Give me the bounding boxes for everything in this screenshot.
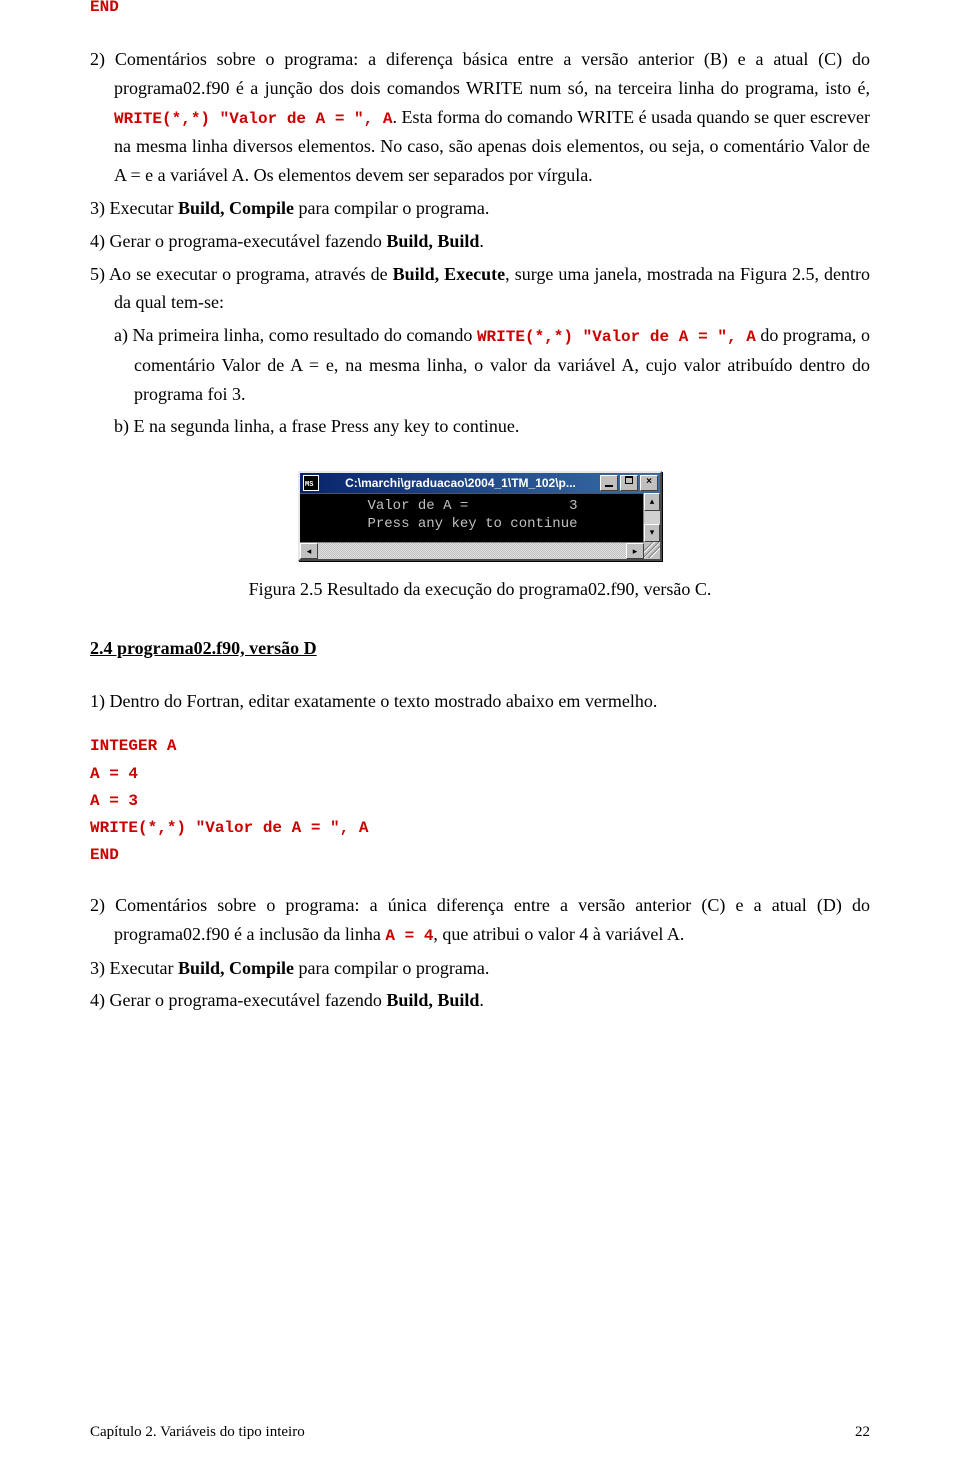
figure-caption: Figura 2.5 Resultado da execução do prog… — [90, 575, 870, 604]
console-line-2: Press any key to continue — [367, 516, 577, 532]
console-client-area: Valor de A = 3 Press any key to continue… — [300, 493, 660, 542]
code-block-d: INTEGER A A = 4 A = 3 WRITE(*,*) "Valor … — [90, 733, 870, 869]
figure-console: C:\marchi\graduacao\2004_1\TM_102\p... ×… — [90, 471, 870, 563]
maximize-button[interactable] — [620, 475, 638, 491]
sub-a-code: WRITE(*,*) "Valor de A = ", A — [477, 328, 756, 346]
item-4: 4) Gerar o programa-executável fazendo B… — [90, 227, 870, 256]
d-item-3: 3) Executar Build, Compile para compilar… — [90, 954, 870, 983]
scroll-right-button[interactable]: ▸ — [626, 543, 644, 559]
console-window: C:\marchi\graduacao\2004_1\TM_102\p... ×… — [298, 471, 662, 561]
console-title: C:\marchi\graduacao\2004_1\TM_102\p... — [323, 474, 598, 493]
d-item-2-post: , que atribui o valor 4 à variável A. — [433, 924, 684, 944]
resize-grip[interactable] — [644, 542, 660, 558]
d-item-3-pre: 3) Executar — [90, 958, 178, 978]
d-item-2-code: A = 4 — [385, 927, 433, 945]
item-5-bold: Build, Execute — [393, 264, 506, 284]
item-4-pre: 4) Gerar o programa-executável fazendo — [90, 231, 386, 251]
d-item-1: 1) Dentro do Fortran, editar exatamente … — [90, 687, 870, 716]
vertical-scrollbar[interactable]: ▴ ▾ — [643, 493, 660, 542]
d-item-3-bold: Build, Compile — [178, 958, 294, 978]
footer-page-number: 22 — [855, 1420, 870, 1444]
d-item-2: 2) Comentários sobre o programa: a única… — [90, 891, 870, 949]
item-3-pre: 3) Executar — [90, 198, 178, 218]
item-2-inline-code: WRITE(*,*) "Valor de A = ", A — [114, 110, 392, 128]
msdos-icon — [303, 475, 319, 491]
d-item-4: 4) Gerar o programa-executável fazendo B… — [90, 986, 870, 1015]
d-item-4-post: . — [479, 990, 484, 1010]
code-d-l2: A = 4 — [90, 761, 870, 788]
code-d-l3: A = 3 — [90, 788, 870, 815]
d-item-4-pre: 4) Gerar o programa-executável fazendo — [90, 990, 386, 1010]
code-d-l5: END — [90, 842, 870, 869]
sub-item-b: b) E na segunda linha, a frase Press any… — [90, 412, 870, 441]
item-5: 5) Ao se executar o programa, através de… — [90, 260, 870, 318]
scroll-down-button[interactable]: ▾ — [644, 524, 660, 542]
footer-chapter: Capítulo 2. Variáveis do tipo inteiro — [90, 1420, 305, 1444]
item-4-bold: Build, Build — [386, 231, 479, 251]
sub-item-a: a) Na primeira linha, como resultado do … — [90, 321, 870, 408]
item-5-pre: 5) Ao se executar o programa, através de — [90, 264, 393, 284]
d-item-3-post: para compilar o programa. — [294, 958, 489, 978]
scroll-up-button[interactable]: ▴ — [644, 493, 660, 511]
code-d-l1: INTEGER A — [90, 733, 870, 760]
page-footer: Capítulo 2. Variáveis do tipo inteiro 22 — [90, 1420, 870, 1444]
scroll-left-button[interactable]: ◂ — [300, 543, 318, 559]
code-end-top: END — [90, 0, 870, 21]
console-line-1: Valor de A = 3 — [367, 498, 577, 514]
item-3: 3) Executar Build, Compile para compilar… — [90, 194, 870, 223]
item-3-post: para compilar o programa. — [294, 198, 489, 218]
close-button[interactable]: × — [640, 475, 658, 491]
sub-a-pre: a) Na primeira linha, como resultado do … — [114, 325, 477, 345]
section-2-4-heading: 2.4 programa02.f90, versão D — [90, 634, 870, 663]
code-d-l4: WRITE(*,*) "Valor de A = ", A — [90, 815, 870, 842]
item-2: 2) Comentários sobre o programa: a difer… — [90, 45, 870, 190]
console-titlebar: C:\marchi\graduacao\2004_1\TM_102\p... × — [300, 473, 660, 493]
horizontal-scrollbar[interactable]: ◂ ▸ — [300, 542, 644, 559]
d-item-4-bold: Build, Build — [386, 990, 479, 1010]
minimize-button[interactable] — [600, 475, 618, 491]
console-output: Valor de A = 3 Press any key to continue — [300, 493, 643, 542]
item-3-bold: Build, Compile — [178, 198, 294, 218]
item-4-post: . — [479, 231, 484, 251]
item-2-text-a: 2) Comentários sobre o programa: a difer… — [90, 49, 870, 98]
